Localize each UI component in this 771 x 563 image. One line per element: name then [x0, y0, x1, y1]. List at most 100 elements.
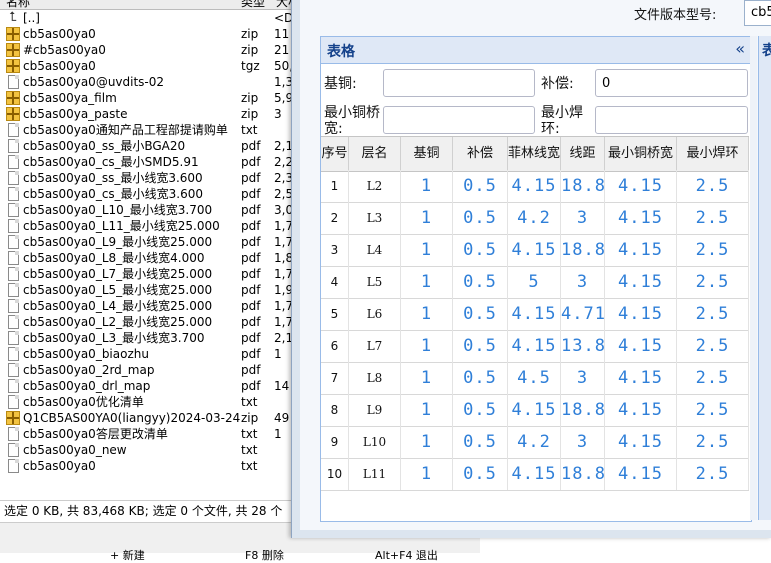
table-cell[interactable]: 4.2 — [508, 426, 561, 458]
table-cell[interactable]: 1 — [401, 234, 453, 266]
table-cell[interactable]: 0.5 — [453, 298, 508, 330]
file-row[interactable]: cb5as00ya_paste zip 3 — [0, 106, 300, 122]
table-cell[interactable]: 2 — [321, 202, 349, 234]
table-cell[interactable]: 18.8 — [561, 394, 605, 426]
table-cell[interactable]: 4.15 — [605, 266, 677, 298]
table-cell[interactable]: 0.5 — [453, 202, 508, 234]
table-cell[interactable]: 0.5 — [453, 394, 508, 426]
table-cell[interactable]: L4 — [349, 234, 401, 266]
table-cell[interactable]: 3 — [321, 234, 349, 266]
table-cell[interactable]: 0.5 — [453, 426, 508, 458]
table-cell[interactable]: 2.5 — [677, 362, 749, 394]
table-cell[interactable]: 4.15 — [508, 234, 561, 266]
file-row[interactable]: cb5as00ya0_L10_最小线宽3.700 pdf 3,00 — [0, 202, 301, 218]
table-cell[interactable]: 4.15 — [605, 362, 677, 394]
column-header[interactable]: 线距 — [561, 137, 605, 171]
file-row[interactable]: cb5as00ya0_biaozhu pdf 1 — [0, 346, 300, 362]
table-cell[interactable]: 1 — [401, 266, 453, 298]
new-button[interactable]: + 新建 — [110, 547, 145, 563]
table-cell[interactable]: 4.15 — [508, 170, 561, 202]
table-cell[interactable]: 7 — [321, 362, 349, 394]
file-row[interactable]: cb5as00ya0_L7_最小线宽25.000 pdf 1,76 — [0, 266, 301, 282]
table-cell[interactable]: 1 — [401, 298, 453, 330]
file-row[interactable]: cb5as00ya0答层更改清单 txt 1 — [0, 426, 300, 442]
file-row[interactable]: cb5as00ya0_ss_最小线宽3.600 pdf 2,30 — [0, 170, 301, 186]
base-copper-input[interactable] — [383, 69, 535, 97]
table-row[interactable]: 10 L11 1 0.5 4.15 18.8 4.15 2.5 — [321, 458, 749, 491]
table-cell[interactable]: 18.8 — [561, 458, 605, 490]
file-row[interactable]: cb5as00ya0_L2_最小线宽25.000 pdf 1,78 — [0, 314, 301, 330]
table-row[interactable]: 7 L8 1 0.5 4.5 3 4.15 2.5 — [321, 362, 749, 395]
table-cell[interactable]: 5 — [508, 266, 561, 298]
delete-button[interactable]: F8 删除 — [245, 547, 284, 563]
file-row[interactable]: cb5as00ya0通知产品工程部提请购单 txt — [0, 122, 300, 138]
table-cell[interactable]: 2.5 — [677, 266, 749, 298]
table-cell[interactable]: L6 — [349, 298, 401, 330]
file-row[interactable]: cb5as00ya0 zip 11 — [0, 26, 300, 42]
file-row[interactable]: cb5as00ya0 txt — [0, 458, 300, 474]
table-cell[interactable]: L11 — [349, 458, 401, 490]
column-header-name[interactable]: 名称 — [6, 0, 30, 8]
table-cell[interactable]: 8 — [321, 394, 349, 426]
table-cell[interactable]: 1 — [401, 362, 453, 394]
table-cell[interactable]: 0.5 — [453, 266, 508, 298]
column-header[interactable]: 最小铜桥宽 — [605, 137, 677, 171]
table-cell[interactable]: 1 — [401, 394, 453, 426]
table-cell[interactable]: 3 — [561, 362, 605, 394]
file-row[interactable]: cb5as00ya0_cs_最小线宽3.600 pdf 2,51 — [0, 186, 301, 202]
table-cell[interactable]: 2.5 — [677, 298, 749, 330]
table-cell[interactable]: 1 — [401, 330, 453, 362]
file-row[interactable]: cb5as00ya_film zip 5,92 — [0, 90, 301, 106]
file-row[interactable]: cb5as00ya0优化清单 txt — [0, 394, 300, 410]
table-cell[interactable]: 2.5 — [677, 234, 749, 266]
table-cell[interactable]: L5 — [349, 266, 401, 298]
table-row[interactable]: 3 L4 1 0.5 4.15 18.8 4.15 2.5 — [321, 234, 749, 267]
compensation-input[interactable]: 0 — [595, 69, 748, 97]
table-row[interactable]: 5 L6 1 0.5 4.15 4.71 4.15 2.5 — [321, 298, 749, 331]
file-row[interactable]: cb5as00ya0_L3_最小线宽3.700 pdf 2,18 — [0, 330, 301, 346]
table-cell[interactable]: 4 — [321, 266, 349, 298]
table-cell[interactable]: 1 — [401, 426, 453, 458]
file-row[interactable]: cb5as00ya0_new txt — [0, 442, 300, 458]
min-ring-input[interactable] — [595, 106, 748, 134]
file-row[interactable]: cb5as00ya0tgz50,09 — [0, 58, 308, 74]
panel-splitter[interactable] — [750, 36, 757, 520]
table-cell[interactable]: 0.5 — [453, 170, 508, 202]
table-cell[interactable]: 9 — [321, 426, 349, 458]
column-header[interactable]: 菲林线宽 — [508, 137, 561, 171]
table-row[interactable]: 8 L9 1 0.5 4.15 18.8 4.15 2.5 — [321, 394, 749, 427]
table-cell[interactable]: 0.5 — [453, 234, 508, 266]
column-header[interactable]: 补偿 — [453, 137, 508, 171]
table-cell[interactable]: 4.15 — [508, 394, 561, 426]
table-cell[interactable]: 2.5 — [677, 170, 749, 202]
table-cell[interactable]: 3 — [561, 426, 605, 458]
table-row[interactable]: 4 L5 1 0.5 5 3 4.15 2.5 — [321, 266, 749, 299]
table-cell[interactable]: 4.15 — [605, 426, 677, 458]
file-row[interactable]: #cb5as00ya0 zip 21 — [0, 42, 300, 58]
table-cell[interactable]: 3 — [561, 266, 605, 298]
table-row[interactable]: 6 L7 1 0.5 4.15 13.8 4.15 2.5 — [321, 330, 749, 363]
table-cell[interactable]: 4.15 — [508, 330, 561, 362]
table-cell[interactable]: 2.5 — [677, 202, 749, 234]
table-cell[interactable]: 18.8 — [561, 170, 605, 202]
table-cell[interactable]: L2 — [349, 170, 401, 202]
file-row[interactable]: cb5as00ya0_drl_map pdf 14 — [0, 378, 300, 394]
table-cell[interactable]: 1 — [321, 170, 349, 202]
table-cell[interactable]: 2.5 — [677, 458, 749, 490]
exit-button[interactable]: Alt+F4 退出 — [375, 547, 438, 563]
table-cell[interactable]: 2.5 — [677, 394, 749, 426]
table-cell[interactable]: 3 — [561, 202, 605, 234]
table-cell[interactable]: 0.5 — [453, 330, 508, 362]
table-cell[interactable]: 10 — [321, 458, 349, 490]
table-cell[interactable]: 4.15 — [605, 298, 677, 330]
table-cell[interactable]: 4.15 — [605, 170, 677, 202]
column-header[interactable]: 最小焊环 — [677, 137, 749, 171]
table-cell[interactable]: 4.15 — [605, 234, 677, 266]
table-cell[interactable]: 4.15 — [605, 394, 677, 426]
double-chevron-left-icon[interactable]: « — [735, 39, 745, 58]
column-header[interactable]: 序号 — [321, 137, 349, 171]
table-row[interactable]: 1 L2 1 0.5 4.15 18.8 4.15 2.5 — [321, 170, 749, 203]
file-row[interactable]: cb5as00ya0_ss_最小BGA20 pdf 2,12 — [0, 138, 301, 154]
table-cell[interactable]: 4.15 — [508, 458, 561, 490]
table-cell[interactable]: 2.5 — [677, 330, 749, 362]
